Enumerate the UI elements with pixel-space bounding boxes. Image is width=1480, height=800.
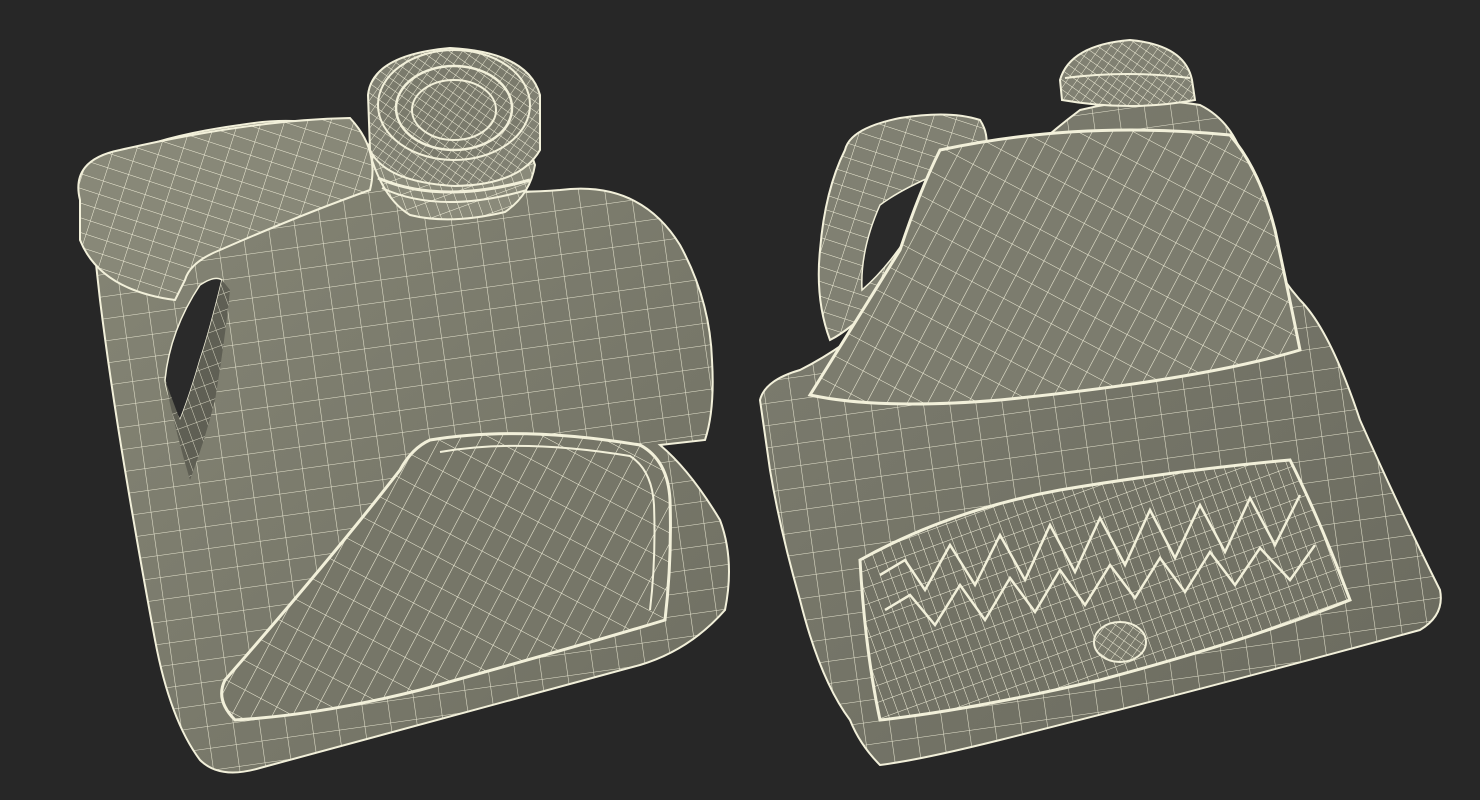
- jug-right-base-emblem: [1093, 621, 1147, 663]
- render-viewport: [77, 38, 1442, 774]
- jug-left: [77, 46, 730, 774]
- jug-left-cap: [366, 46, 541, 188]
- jug-right-cap: [1058, 38, 1197, 107]
- jug-right: [758, 38, 1442, 767]
